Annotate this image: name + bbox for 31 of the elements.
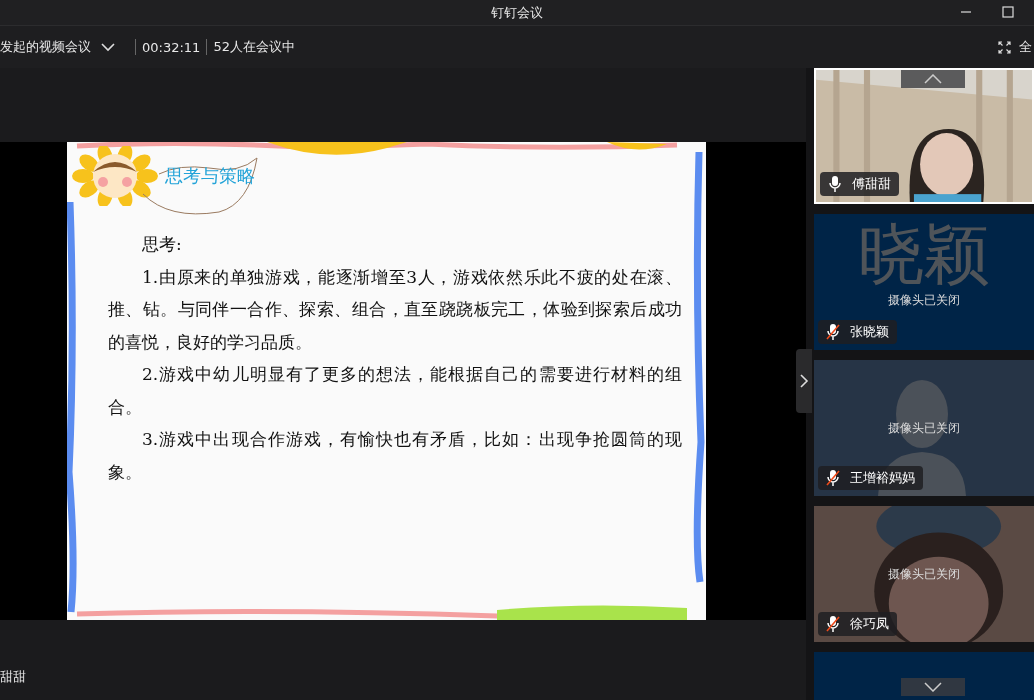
slide-paragraph: 思考: [141, 233, 183, 256]
slide-paragraph: 3.游戏中出现合作游戏，有愉快也有矛盾，比如：出现争抢圆筒的现象。 [108, 428, 682, 484]
participant-tile[interactable]: 晓颖 摄像头已关闭 张晓颖 [813, 214, 1034, 350]
attendee-count[interactable]: 52人在会议中 [213, 38, 295, 56]
avatar-text: 晓颖 [857, 220, 990, 290]
window-title: 钉钉会议 [491, 3, 543, 22]
chevron-down-icon [923, 682, 942, 692]
fullscreen-label[interactable]: 全 [1019, 38, 1032, 56]
participant-name: 徐巧凤 [849, 615, 889, 633]
participant-name: 张晓颖 [849, 323, 889, 341]
meeting-duration: 00:32:11 [142, 39, 201, 55]
scroll-down-button[interactable] [900, 678, 965, 696]
expand-panel-button[interactable] [796, 349, 812, 413]
camera-off-label: 摄像头已关闭 [887, 565, 960, 583]
camera-off-label: 摄像头已关闭 [887, 419, 960, 437]
participant-name: 傅甜甜 [851, 175, 891, 193]
slide-heading: 思考与策略 [165, 164, 255, 188]
scroll-up-button[interactable] [900, 70, 965, 88]
slide-paragraph: 2.游戏中幼儿明显有了更多的想法，能根据自己的需要进行材料的组合。 [108, 363, 682, 419]
fullscreen-icon[interactable] [998, 40, 1011, 54]
chevron-right-icon [799, 373, 809, 389]
speaker-name: 甜甜 [0, 668, 26, 686]
participant-tile[interactable]: 傅甜甜 [813, 68, 1034, 204]
participant-tile[interactable]: 摄像头已关闭 王增裕妈妈 [813, 360, 1034, 496]
slide-paragraph: 1.由原来的单独游戏，能逐渐增至3人，游戏依然乐此不疲的处在滚、推、钻。与同伴一合作、探索、组合，直至跷跷板完工，体验到探索后成功的喜悦，良好的学习品质。 [108, 265, 682, 354]
participant-name: 王增裕妈妈 [849, 469, 915, 487]
chevron-up-icon [923, 74, 942, 84]
chevron-down-icon[interactable] [101, 42, 115, 52]
meeting-name[interactable]: 发起的视频会议 [0, 38, 91, 56]
camera-off-label: 摄像头已关闭 [887, 292, 960, 309]
maximize-icon[interactable] [1002, 6, 1014, 18]
